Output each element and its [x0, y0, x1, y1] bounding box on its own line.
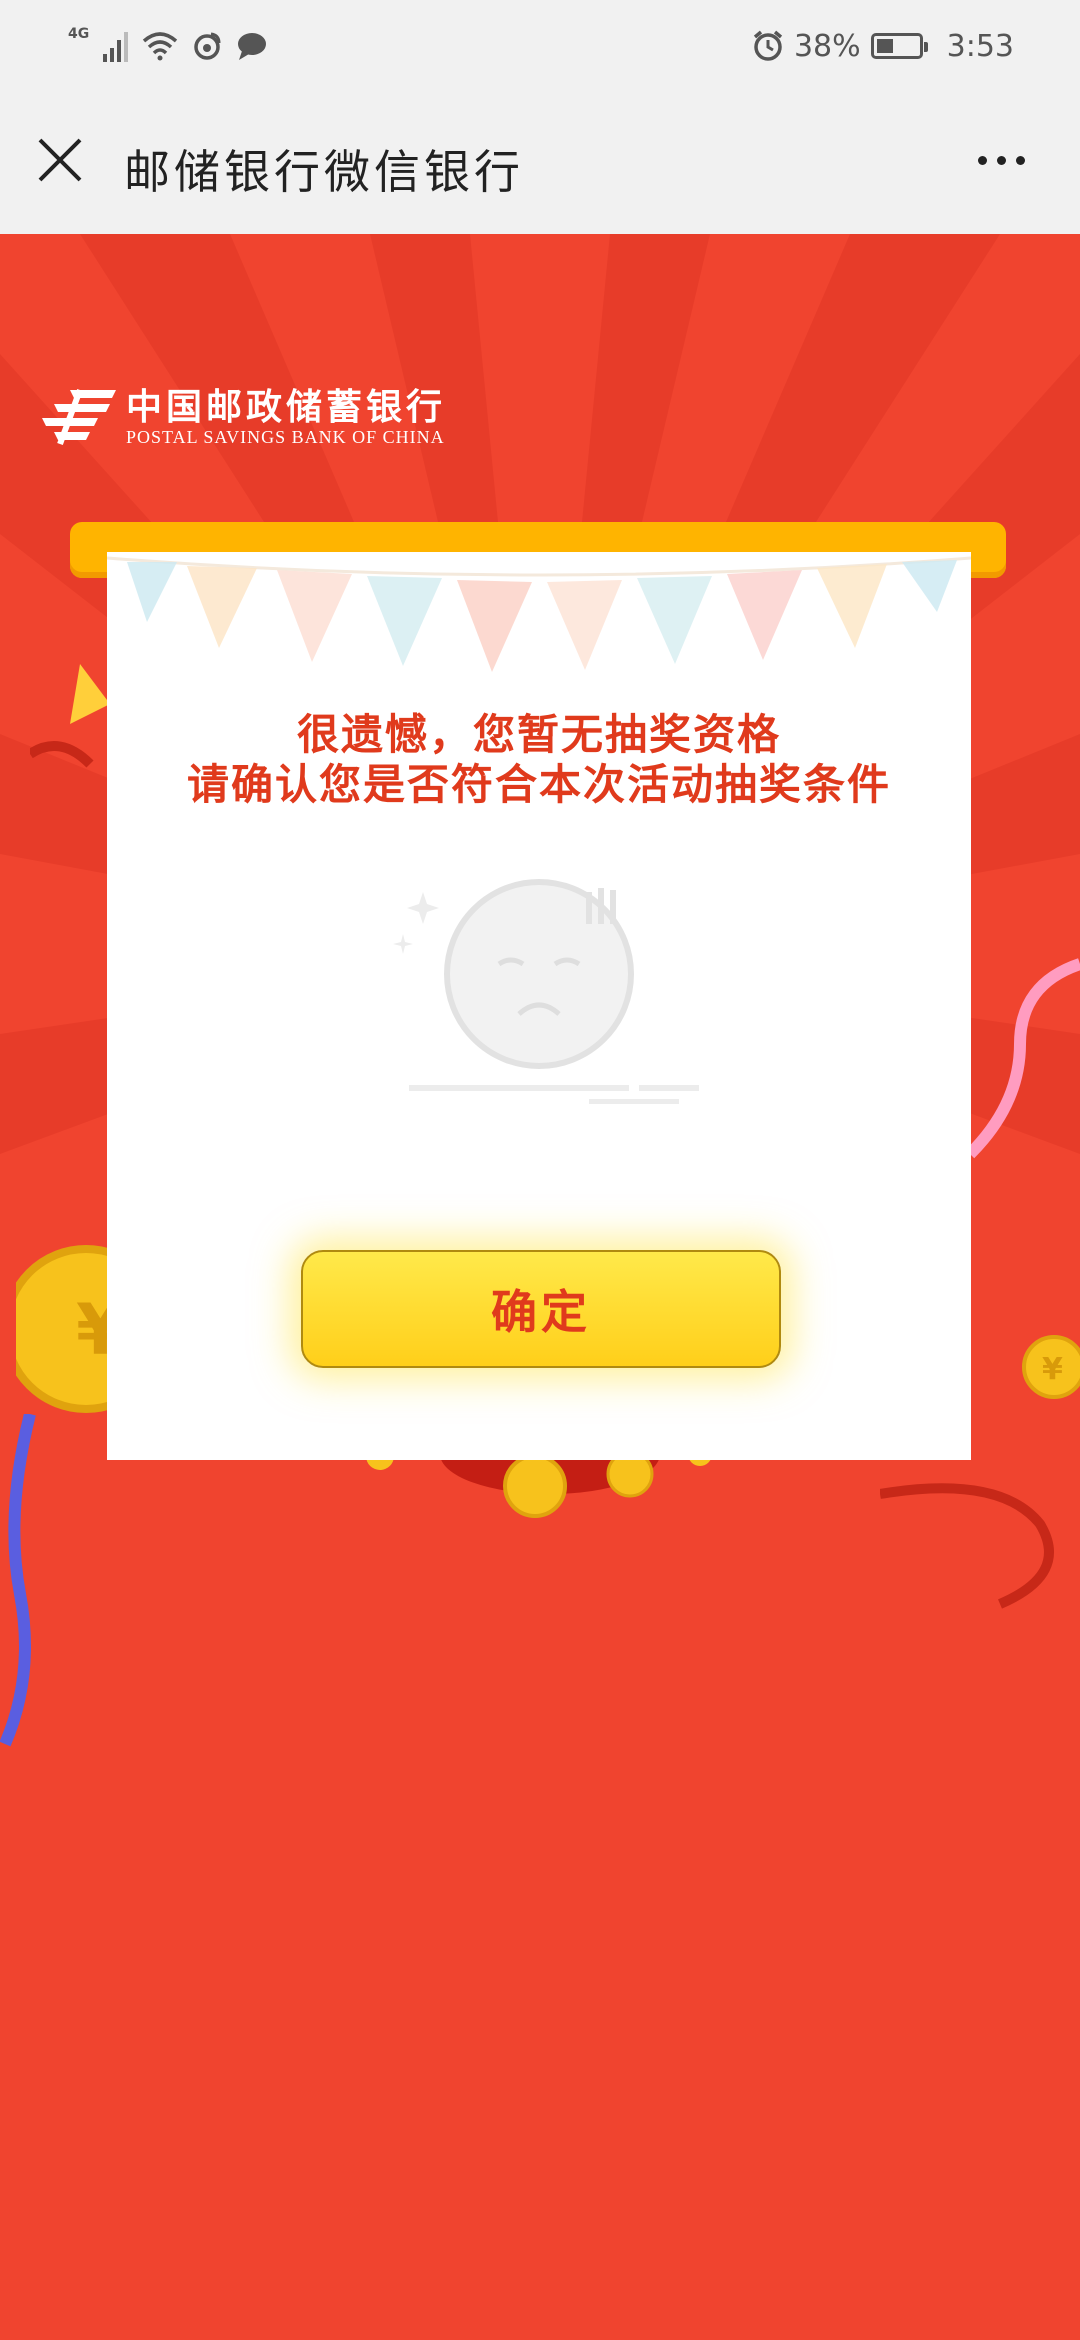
more-button[interactable]	[966, 128, 1036, 192]
dialog-message: 很遗憾，您暂无抽奖资格 请确认您是否符合本次活动抽奖条件	[107, 710, 971, 810]
status-left: 4G	[68, 24, 268, 68]
lottery-page: ¥ ¥ 中国邮政储蓄银行 POSTAL SAVINGS BANK OF CHIN…	[0, 234, 1080, 2340]
signal-icon	[103, 30, 129, 62]
more-icon	[977, 155, 987, 165]
confetti-left-icon	[30, 664, 110, 768]
coin-right-icon: ¥	[1022, 1335, 1080, 1399]
weibo-icon	[194, 32, 221, 60]
confirm-button[interactable]: 确定	[301, 1250, 781, 1368]
chat-icon	[238, 33, 267, 60]
ribbon-right-icon	[965, 958, 1080, 1159]
page-title: 邮储银行微信银行	[124, 145, 524, 199]
bunting-icon	[107, 556, 971, 672]
close-icon	[38, 138, 82, 182]
svg-text:¥: ¥	[1042, 1352, 1063, 1387]
ribbon-left-icon	[0, 1414, 36, 1747]
postal-logo-icon	[42, 388, 116, 446]
network-label: 4G	[68, 26, 90, 42]
bank-logo: 中国邮政储蓄银行 POSTAL SAVINGS BANK OF CHINA	[40, 386, 446, 448]
sad-face-icon	[393, 879, 699, 1104]
status-bar: 4G 38% 3:53	[0, 0, 1080, 92]
ribbon-dark-right-icon	[880, 1483, 1054, 1609]
bank-name-en: POSTAL SAVINGS BANK OF CHINA	[126, 426, 445, 447]
clock: 3:53	[946, 28, 1014, 64]
dialog-message-line1: 很遗憾，您暂无抽奖资格	[296, 710, 781, 759]
close-button[interactable]	[28, 128, 92, 192]
result-dialog: 很遗憾，您暂无抽奖资格 请确认您是否符合本次活动抽奖条件 确定	[107, 552, 971, 1460]
title-bar: 邮储银行微信银行	[0, 92, 1080, 234]
alarm-icon	[753, 30, 783, 61]
battery-percent: 38%	[793, 28, 861, 64]
dialog-message-line2: 请确认您是否符合本次活动抽奖条件	[186, 760, 891, 809]
battery-icon	[870, 33, 928, 59]
bank-name-cn: 中国邮政储蓄银行	[126, 385, 447, 428]
status-right: 38% 3:53	[752, 24, 1014, 68]
wifi-icon	[143, 32, 178, 61]
